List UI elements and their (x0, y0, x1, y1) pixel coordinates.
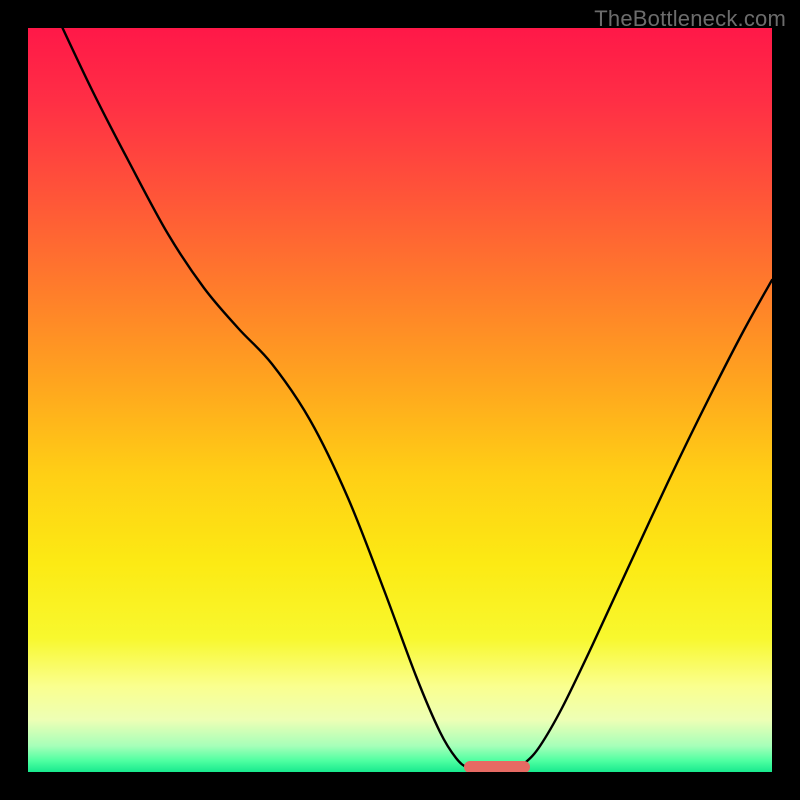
chart-frame: TheBottleneck.com (0, 0, 800, 800)
plot-area (28, 28, 772, 772)
bottleneck-curve (56, 28, 772, 770)
optimal-marker (464, 761, 530, 772)
curve-layer (28, 28, 772, 772)
